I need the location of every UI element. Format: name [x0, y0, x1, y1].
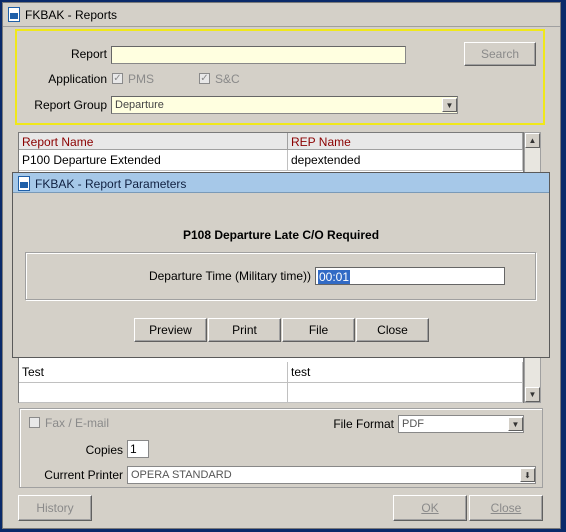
- report-parameters-dialog: FKBAK - Report Parameters P108 Departure…: [12, 172, 550, 358]
- col-header-report-name[interactable]: Report Name: [19, 133, 288, 150]
- history-button[interactable]: History: [18, 495, 92, 521]
- current-printer-label: Current Printer: [44, 468, 123, 482]
- window-title: FKBAK - Reports: [25, 8, 118, 22]
- scroll-down-icon[interactable]: ▼: [525, 387, 540, 402]
- preview-button-label: Preview: [149, 323, 192, 337]
- chevron-down-icon[interactable]: ▼: [508, 417, 523, 431]
- table-cell[interactable]: [288, 383, 523, 403]
- file-format-select[interactable]: PDF ▼: [398, 415, 524, 433]
- current-printer-value: OPERA STANDARD: [131, 469, 232, 481]
- current-printer-field[interactable]: OPERA STANDARD ⬇: [127, 466, 536, 484]
- col-header-rep-name[interactable]: REP Name: [288, 133, 523, 150]
- close-button-label: Close: [490, 501, 522, 515]
- search-button[interactable]: Search: [464, 42, 536, 66]
- scroll-up-icon[interactable]: ▲: [525, 133, 540, 148]
- app-icon: [7, 7, 21, 22]
- report-group-label: Report Group: [34, 98, 107, 112]
- table-cell[interactable]: P100 Departure Extended: [19, 150, 288, 171]
- dialog-title: FKBAK - Report Parameters: [35, 177, 187, 191]
- preview-button[interactable]: Preview: [134, 318, 207, 342]
- table-cell[interactable]: test: [288, 362, 523, 383]
- search-button-label: Search: [480, 47, 520, 61]
- table-cell[interactable]: depextended: [288, 150, 523, 171]
- fax-email-checkbox[interactable]: [29, 417, 40, 428]
- chevron-down-icon[interactable]: ▼: [442, 98, 457, 112]
- sc-label: S&C: [215, 72, 240, 86]
- dialog-titlebar: FKBAK - Report Parameters: [13, 173, 549, 193]
- report-label: Report: [70, 47, 107, 61]
- report-group-select[interactable]: Departure ▼: [111, 96, 458, 114]
- download-arrow-icon[interactable]: ⬇: [520, 468, 535, 482]
- ok-button[interactable]: OK: [393, 495, 467, 521]
- file-button[interactable]: File: [282, 318, 355, 342]
- file-button-label: File: [308, 323, 329, 337]
- departure-time-input[interactable]: 00:01: [315, 267, 505, 285]
- table-cell[interactable]: Test: [19, 362, 288, 383]
- pms-label: PMS: [128, 72, 155, 86]
- file-format-value: PDF: [402, 418, 424, 430]
- output-options-panel: Fax / E-mail File Format PDF ▼ Copies Cu…: [19, 408, 543, 488]
- application-label: Application: [48, 72, 107, 86]
- departure-time-label: Departure Time (Military time)): [148, 269, 311, 283]
- file-format-label: File Format: [333, 417, 394, 431]
- dialog-heading: P108 Departure Late C/O Required: [182, 228, 380, 242]
- close-button[interactable]: Close: [469, 495, 543, 521]
- app-icon: [17, 176, 31, 191]
- sc-checkbox[interactable]: ✓: [199, 73, 210, 84]
- fax-email-label: Fax / E-mail: [45, 416, 110, 430]
- table-cell[interactable]: [19, 383, 288, 403]
- report-input[interactable]: [111, 46, 406, 64]
- parameters-group: Departure Time (Military time)) 00:01: [25, 252, 536, 300]
- dialog-close-button[interactable]: Close: [356, 318, 429, 342]
- history-button-label: History: [36, 501, 74, 515]
- print-button-label: Print: [232, 323, 257, 337]
- copies-label: Copies: [85, 443, 123, 457]
- ok-button-label: OK: [421, 501, 439, 515]
- search-panel: Report Search Application ✓ PMS ✓ S&C Re…: [15, 29, 545, 125]
- print-button[interactable]: Print: [208, 318, 281, 342]
- departure-time-value: 00:01: [318, 270, 351, 284]
- window-titlebar: FKBAK - Reports: [3, 3, 560, 27]
- copies-input[interactable]: [127, 440, 149, 458]
- report-group-value: Departure: [115, 99, 164, 111]
- dialog-close-button-label: Close: [377, 323, 408, 337]
- pms-checkbox[interactable]: ✓: [112, 73, 123, 84]
